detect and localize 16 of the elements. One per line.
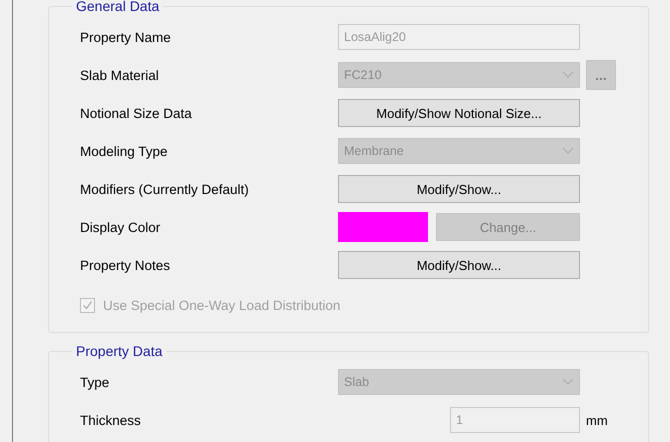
field-label: Modeling Type [80, 144, 169, 158]
field-label: Type [80, 374, 110, 390]
checkbox-label: Use Special One-Way Load Distribution [103, 298, 340, 312]
modify-show-button[interactable]: Modify/Show... [338, 175, 580, 203]
field-label: Thickness [80, 412, 142, 428]
field-label: Display Color [80, 220, 162, 234]
group-title: General Data [75, 0, 160, 14]
field-label: Notional Size Data [80, 106, 193, 120]
unit-label: mm [586, 412, 609, 428]
field-label: Modifiers (Currently Default) [80, 182, 250, 196]
group-title: Property Data [75, 343, 164, 359]
field-label: Property Notes [80, 258, 172, 272]
field-label: Property Name [80, 30, 172, 44]
modify-show-button[interactable]: Modify/Show... [338, 251, 580, 279]
field-label: Slab Material [80, 68, 160, 82]
modify-show-button[interactable]: Modify/Show Notional Size... [338, 99, 580, 127]
